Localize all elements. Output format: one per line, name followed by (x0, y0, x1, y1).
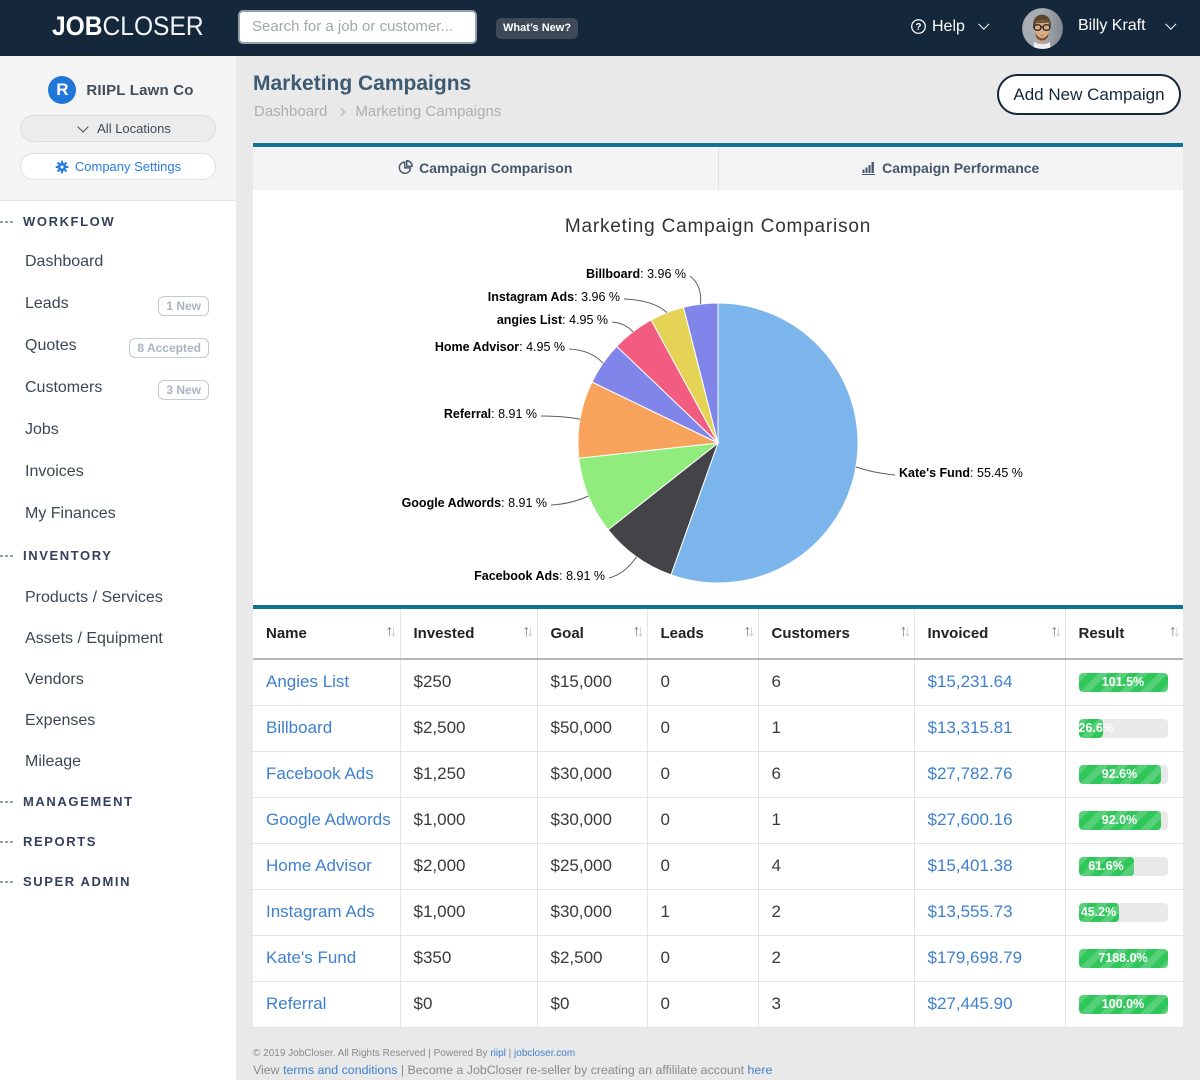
svg-text:Instagram Ads: 3.96 %: Instagram Ads: 3.96 % (488, 290, 620, 304)
svg-text:Referral: 8.91 %: Referral: 8.91 % (444, 407, 537, 421)
svg-text:Billboard: 3.96 %: Billboard: 3.96 % (586, 267, 686, 281)
svg-text:Facebook Ads: 8.91 %: Facebook Ads: 8.91 % (474, 569, 605, 583)
svg-text:?: ? (916, 21, 922, 32)
svg-text:Google Adwords: 8.91 %: Google Adwords: 8.91 % (402, 496, 547, 510)
svg-text:Kate's Fund: 55.45 %: Kate's Fund: 55.45 % (899, 466, 1023, 480)
svg-text:Marketing Campaign Comparison: Marketing Campaign Comparison (565, 216, 871, 237)
svg-text:Home Advisor: 4.95 %: Home Advisor: 4.95 % (435, 340, 565, 354)
svg-text:angies List: 4.95 %: angies List: 4.95 % (497, 313, 608, 327)
